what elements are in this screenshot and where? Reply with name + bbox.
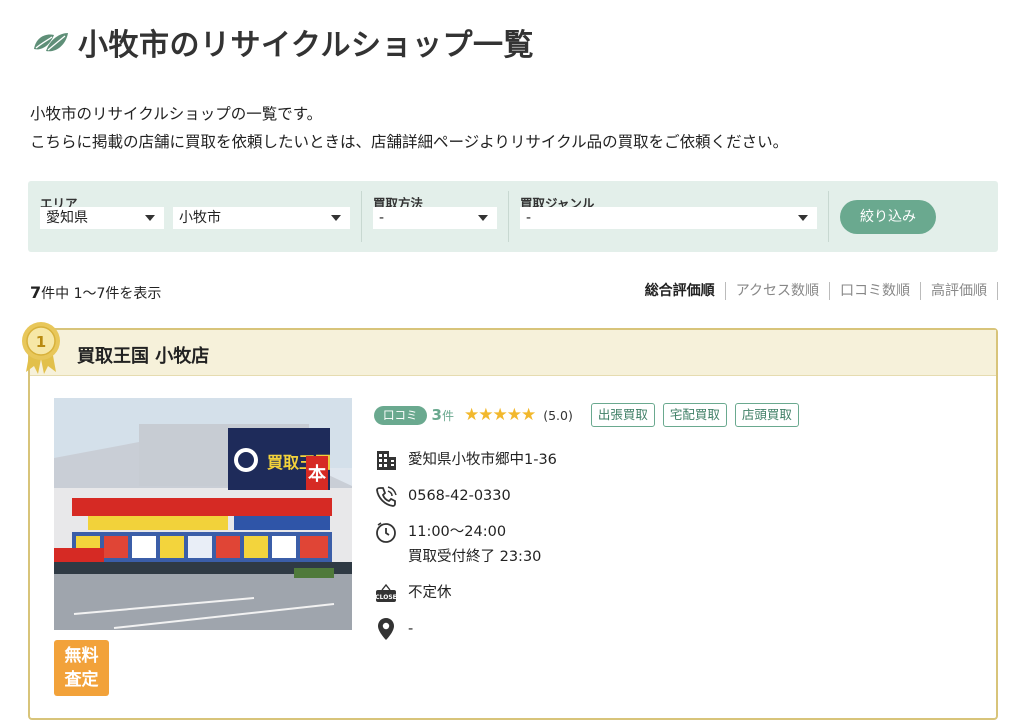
shop-hours: 11:00〜24:00 買取受付終了 23:30 — [408, 520, 541, 570]
tag-store-purchase: 店頭買取 — [734, 403, 799, 427]
shop-location: - — [408, 621, 414, 637]
star-icon: ★ — [506, 405, 522, 425]
phone-icon — [374, 484, 398, 508]
result-count: 7件中 1〜7件を表示 — [30, 283, 161, 303]
shop-name[interactable]: 買取王国 小牧店 — [77, 342, 209, 368]
rating-score: (5.0) — [543, 407, 573, 423]
chevron-down-icon — [331, 215, 341, 221]
shop-address-row: 愛知県小牧市郷中1-36 — [374, 448, 557, 473]
close-sign-text: CLOSE — [375, 594, 397, 601]
shop-phone[interactable]: 0568-42-0330 — [408, 484, 511, 509]
close-sign-icon: CLOSE — [374, 581, 398, 605]
prefecture-select[interactable]: 愛知県 — [40, 207, 164, 229]
clock-icon — [374, 520, 398, 544]
star-icon: ★ — [520, 405, 536, 425]
rating-stars: ★★★★★ — [463, 405, 536, 425]
genre-select[interactable]: - — [520, 207, 817, 229]
shop-holiday: 不定休 — [408, 585, 452, 601]
star-icon: ★ — [463, 405, 479, 425]
page-title-text: 小牧市のリサイクルショップ一覧 — [78, 28, 534, 63]
shop-hours-line-1: 11:00〜24:00 — [408, 524, 507, 540]
filter-bar: エリア 愛知県 小牧市 買取方法 - 買取ジャンル - 絞り込み — [28, 181, 998, 252]
free-appraisal-badge: 無料 査定 — [54, 640, 109, 696]
intro-line-1: 小牧市のリサイクルショップの一覧です。 — [30, 105, 323, 123]
star-icon: ★ — [492, 405, 507, 425]
review-count-unit: 件 — [441, 409, 454, 423]
filter-divider — [508, 191, 509, 242]
sort-reviews[interactable]: 口コミ数順 — [830, 282, 921, 300]
result-summary: 件中 1〜7件を表示 — [41, 286, 162, 302]
intro-text: 小牧市のリサイクルショップの一覧です。 こちらに掲載の店舗に買取を依頼したいとき… — [30, 100, 788, 156]
leaf-icon — [34, 33, 68, 52]
review-count[interactable]: 3件 — [432, 406, 454, 424]
building-icon — [374, 448, 398, 472]
filter-divider — [361, 191, 362, 242]
shop-location-row: - — [374, 617, 413, 642]
rank-medal-icon: 1 — [22, 322, 60, 374]
tag-mail-purchase: 宅配買取 — [662, 403, 727, 427]
free-badge-line-1: 無料 — [64, 646, 99, 666]
review-pill[interactable]: 口コミ — [374, 405, 427, 425]
genre-select-value: - — [526, 210, 532, 226]
page-title: 小牧市のリサイクルショップ一覧 — [30, 22, 534, 63]
sort-rating[interactable]: 高評価順 — [921, 282, 998, 300]
city-select-value: 小牧市 — [179, 210, 221, 226]
intro-line-2: こちらに掲載の店舗に買取を依頼したいときは、店舗詳細ページよりリサイクル品の買取… — [30, 133, 789, 151]
filter-divider — [828, 191, 829, 242]
free-badge-line-2: 査定 — [64, 670, 99, 690]
chevron-down-icon — [798, 215, 808, 221]
shop-card[interactable]: 1 買取王国 小牧店 買取王国 本 無料 査定 口コミ 3件 ★★★★★ (5.… — [22, 322, 998, 720]
review-count-number: 3 — [431, 406, 442, 424]
sort-overall[interactable]: 総合評価順 — [635, 282, 726, 300]
sort-options: 総合評価順 アクセス数順 口コミ数順 高評価順 — [635, 282, 998, 300]
shop-hours-row: 11:00〜24:00 買取受付終了 23:30 — [374, 520, 541, 570]
star-icon: ★ — [478, 405, 493, 425]
prefecture-select-value: 愛知県 — [46, 210, 88, 226]
shop-photo[interactable]: 買取王国 本 — [54, 398, 352, 630]
chevron-down-icon — [478, 215, 488, 221]
photo-sign-big: 本 — [308, 463, 326, 485]
shop-address: 愛知県小牧市郷中1-36 — [408, 452, 557, 468]
map-pin-icon — [374, 617, 398, 641]
method-select[interactable]: - — [373, 207, 497, 229]
shop-review-row: 口コミ 3件 ★★★★★ (5.0) 出張買取 宅配買取 店頭買取 — [374, 402, 799, 428]
chevron-down-icon — [145, 215, 155, 221]
city-select[interactable]: 小牧市 — [173, 207, 350, 229]
tag-visit-purchase: 出張買取 — [590, 403, 655, 427]
sort-access[interactable]: アクセス数順 — [726, 282, 830, 300]
result-total: 7 — [30, 283, 42, 302]
shop-holiday-row: CLOSE 不定休 — [374, 581, 452, 606]
method-select-value: - — [379, 210, 385, 226]
filter-submit-button[interactable]: 絞り込み — [840, 200, 936, 234]
rank-number: 1 — [36, 333, 46, 351]
shop-phone-row: 0568-42-0330 — [374, 484, 511, 509]
shop-hours-line-2: 買取受付終了 23:30 — [408, 549, 542, 565]
shop-photo-image: 買取王国 本 — [54, 398, 352, 630]
